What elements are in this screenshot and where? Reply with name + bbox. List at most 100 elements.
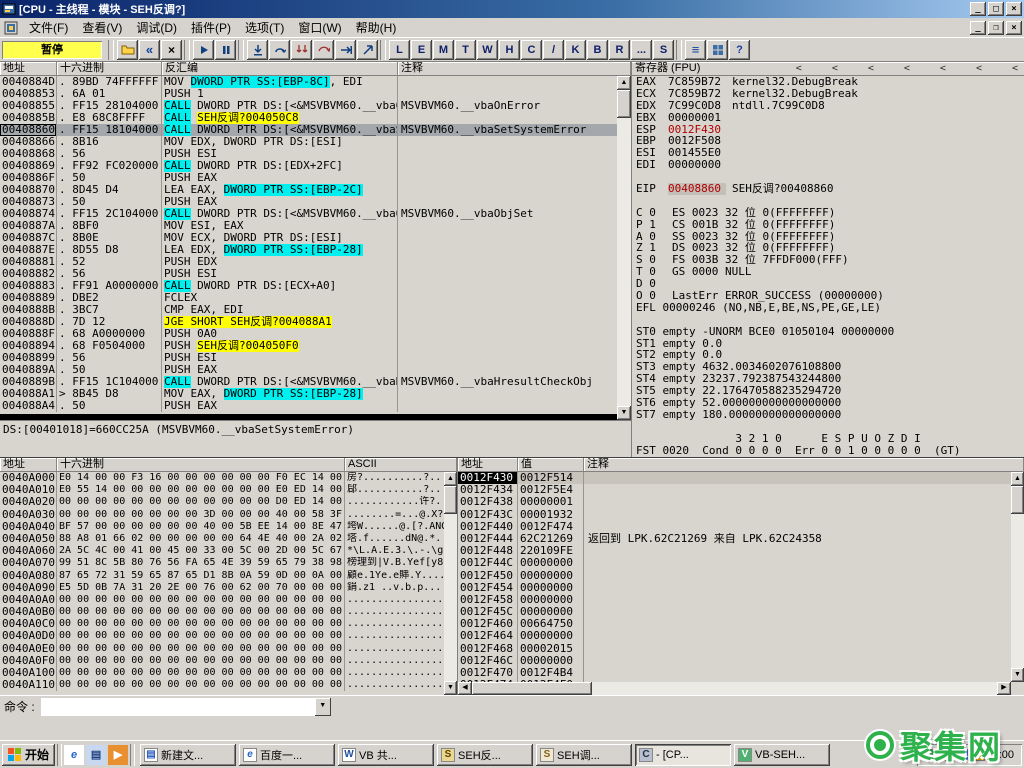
sc roll-up-arrow[interactable]: ▲ — [617, 76, 631, 90]
pause-button[interactable] — [215, 40, 236, 60]
dump-row[interactable]: 0040A0A000 00 00 00 00 00 00 00 00 00 00… — [0, 594, 444, 606]
dump-row[interactable]: 0040A02000 00 00 00 00 00 00 00 00 00 00… — [0, 496, 444, 508]
disasm-row[interactable]: 00408883. FF91 A0000000CALL DWORD PTR DS… — [0, 280, 617, 292]
disasm-row[interactable]: 0040886F. 50PUSH EAX — [0, 172, 617, 184]
toolbar-letter-T[interactable]: T — [455, 40, 476, 60]
start-button[interactable]: 开始 — [2, 744, 55, 766]
taskbar-task[interactable]: C- [CP... — [635, 744, 731, 766]
column-header-address[interactable]: 地址 — [458, 458, 518, 472]
disasm-row[interactable]: 0040888D. 7D 12JGE SHORT SEH反调?004088A1 — [0, 316, 617, 328]
stack-horizontal-scrollbar[interactable]: ◀ ▶ — [458, 682, 1011, 695]
disasm-row[interactable]: 00408874. FF15 2C104000CALL DWORD PTR DS… — [0, 208, 617, 220]
scroll-left-arrow[interactable]: ◀ — [458, 682, 472, 695]
disasm-row[interactable]: 0040885B. E8 68C8FFFFCALL SEH反调?004050C8 — [0, 112, 617, 124]
disasm-row[interactable]: 0040888B. 3BC7CMP EAX, EDI — [0, 304, 617, 316]
taskbar-task[interactable]: WVB 共... — [338, 744, 434, 766]
run-button[interactable] — [193, 40, 214, 60]
titlebar[interactable]: [CPU - 主线程 - 模块 - SEH反调?] _ □ × — [0, 0, 1024, 18]
scroll-up-arrow[interactable]: ▲ — [1011, 472, 1024, 486]
column-header-value[interactable]: 值 — [518, 458, 584, 472]
dump-row[interactable]: 0040A0602A 5C 4C 00 41 00 45 00 33 00 5C… — [0, 545, 444, 557]
show-desktop-icon[interactable]: ▤ — [86, 745, 106, 765]
menu-item[interactable]: 调试(D) — [129, 19, 184, 37]
stack-row[interactable]: 0012F43C00001932 — [458, 509, 1011, 521]
dump-row[interactable]: 0040A0F000 00 00 00 00 00 00 00 00 00 00… — [0, 655, 444, 667]
dump-row[interactable]: 0040A090E5 5D 0B 7A 31 20 2E 00 76 00 62… — [0, 582, 444, 594]
scroll-down-arrow[interactable]: ▼ — [617, 406, 631, 420]
stack-row[interactable]: 0012F45000000000 — [458, 570, 1011, 582]
scroll-thumb[interactable] — [1011, 486, 1024, 514]
toolbar-letter-H[interactable]: H — [499, 40, 520, 60]
scroll-thumb[interactable] — [444, 486, 457, 514]
toolbar-letter-K[interactable]: K — [565, 40, 586, 60]
disasm-row[interactable]: 00408882. 56PUSH ESI — [0, 268, 617, 280]
toolbar-letter-W[interactable]: W — [477, 40, 498, 60]
maximize-button[interactable]: □ — [988, 2, 1004, 16]
command-combobox[interactable]: ▼ — [41, 698, 331, 716]
stack-row[interactable]: 0012F44C00000000 — [458, 557, 1011, 569]
stack-scrollbar[interactable]: ▲ ▼ — [1011, 472, 1024, 682]
menu-item[interactable]: 帮助(H) — [349, 19, 404, 37]
disasm-row[interactable]: 0040888F. 68 A0000000PUSH 0A0 — [0, 328, 617, 340]
toolbar-letter-M[interactable]: M — [433, 40, 454, 60]
disassembly-scrollbar[interactable]: ▲ ▼ — [617, 76, 631, 420]
register-lines[interactable]: EAX7C859B72kernel32.DebugBreakECX7C859B7… — [632, 76, 1024, 457]
toolbar-letter-...[interactable]: ... — [631, 40, 652, 60]
toolbar-letter-C[interactable]: C — [521, 40, 542, 60]
column-header-disasm[interactable]: 反汇编 — [162, 62, 398, 76]
internet-explorer-icon[interactable]: e — [64, 745, 84, 765]
dump-row[interactable]: 0040A0E000 00 00 00 00 00 00 00 00 00 00… — [0, 643, 444, 655]
collapse-arrow-icon[interactable]: < — [1012, 62, 1018, 75]
taskbar-task[interactable]: VVB-SEH... — [734, 744, 830, 766]
command-input[interactable] — [41, 698, 315, 716]
dump-row[interactable]: 0040A0D000 00 00 00 00 00 00 00 00 00 00… — [0, 630, 444, 642]
dump-row[interactable]: 0040A11000 00 00 00 00 00 00 00 00 00 00… — [0, 679, 444, 691]
execute-till-return-button[interactable] — [335, 40, 356, 60]
mdi-close-button[interactable]: × — [1006, 21, 1022, 35]
antivirus-shield-icon[interactable] — [925, 749, 937, 761]
column-header-comment[interactable]: 注释 — [584, 458, 1024, 472]
scroll-right-arrow[interactable]: ▶ — [997, 682, 1011, 695]
disasm-row[interactable]: 0040887E. 8D55 D8LEA EDX, DWORD PTR SS:[… — [0, 244, 617, 256]
close-process-button[interactable]: × — [161, 40, 182, 60]
toolbar-letter-S[interactable]: S — [653, 40, 674, 60]
collapse-arrow-icon[interactable]: < — [796, 62, 802, 75]
restart-button[interactable]: « — [139, 40, 160, 60]
disasm-row[interactable]: 0040884D. 89BD 74FFFFFFMOV DWORD PTR SS:… — [0, 76, 617, 88]
open-file-button[interactable] — [117, 40, 138, 60]
collapse-arrow-icon[interactable]: < — [868, 62, 874, 75]
menu-item[interactable]: 文件(F) — [22, 19, 75, 37]
mdi-minimize-button[interactable]: _ — [970, 21, 986, 35]
disasm-row[interactable]: 00408868. 56PUSH ESI — [0, 148, 617, 160]
disasm-row[interactable]: 00408873. 50PUSH EAX — [0, 196, 617, 208]
stack-row[interactable]: 0012F46800002015 — [458, 643, 1011, 655]
taskbar-clock[interactable]: 1:00 — [989, 749, 1014, 761]
column-header-comment[interactable]: 注释 — [398, 62, 631, 76]
scroll-thumb[interactable] — [617, 90, 631, 118]
disasm-row[interactable]: 0040889A. 50PUSH EAX — [0, 364, 617, 376]
disasm-row[interactable]: 0040887A. 8BF0MOV ESI, EAX — [0, 220, 617, 232]
appearance-button[interactable] — [707, 40, 728, 60]
menu-item[interactable]: 查看(V) — [75, 19, 129, 37]
menu-item[interactable]: 选项(T) — [238, 19, 291, 37]
trace-into-button[interactable] — [291, 40, 312, 60]
toolbar-letter-R[interactable]: R — [609, 40, 630, 60]
disasm-row[interactable]: 00408866. 8B16MOV EDX, DWORD PTR DS:[ESI… — [0, 136, 617, 148]
column-header-ascii[interactable]: ASCII — [345, 458, 457, 472]
media-player-icon[interactable]: ▶ — [108, 745, 128, 765]
minimize-button[interactable]: _ — [970, 2, 986, 16]
disasm-row[interactable]: 00408889. DBE2FCLEX — [0, 292, 617, 304]
dump-row[interactable]: 0040A010E0 55 14 00 00 00 00 00 00 00 00… — [0, 484, 444, 496]
toolbar-letter-B[interactable]: B — [587, 40, 608, 60]
dump-row[interactable]: 0040A0C000 00 00 00 00 00 00 00 00 00 00… — [0, 618, 444, 630]
scroll-thumb[interactable] — [472, 682, 592, 695]
column-header-hex[interactable]: 十六进制 — [57, 62, 162, 76]
trace-over-button[interactable] — [313, 40, 334, 60]
taskbar-task[interactable]: e百度一... — [239, 744, 335, 766]
scroll-down-arrow[interactable]: ▼ — [444, 681, 457, 695]
dump-row[interactable]: 0040A07099 51 8C 5B 80 76 56 FA 65 4E 39… — [0, 557, 444, 569]
volume-icon[interactable] — [941, 749, 953, 761]
disasm-row[interactable]: 004088A1> 8B45 D8MOV EAX, DWORD PTR SS:[… — [0, 388, 617, 400]
collapse-arrow-icon[interactable]: < — [940, 62, 946, 75]
taskbar-task[interactable]: SSEH反... — [437, 744, 533, 766]
